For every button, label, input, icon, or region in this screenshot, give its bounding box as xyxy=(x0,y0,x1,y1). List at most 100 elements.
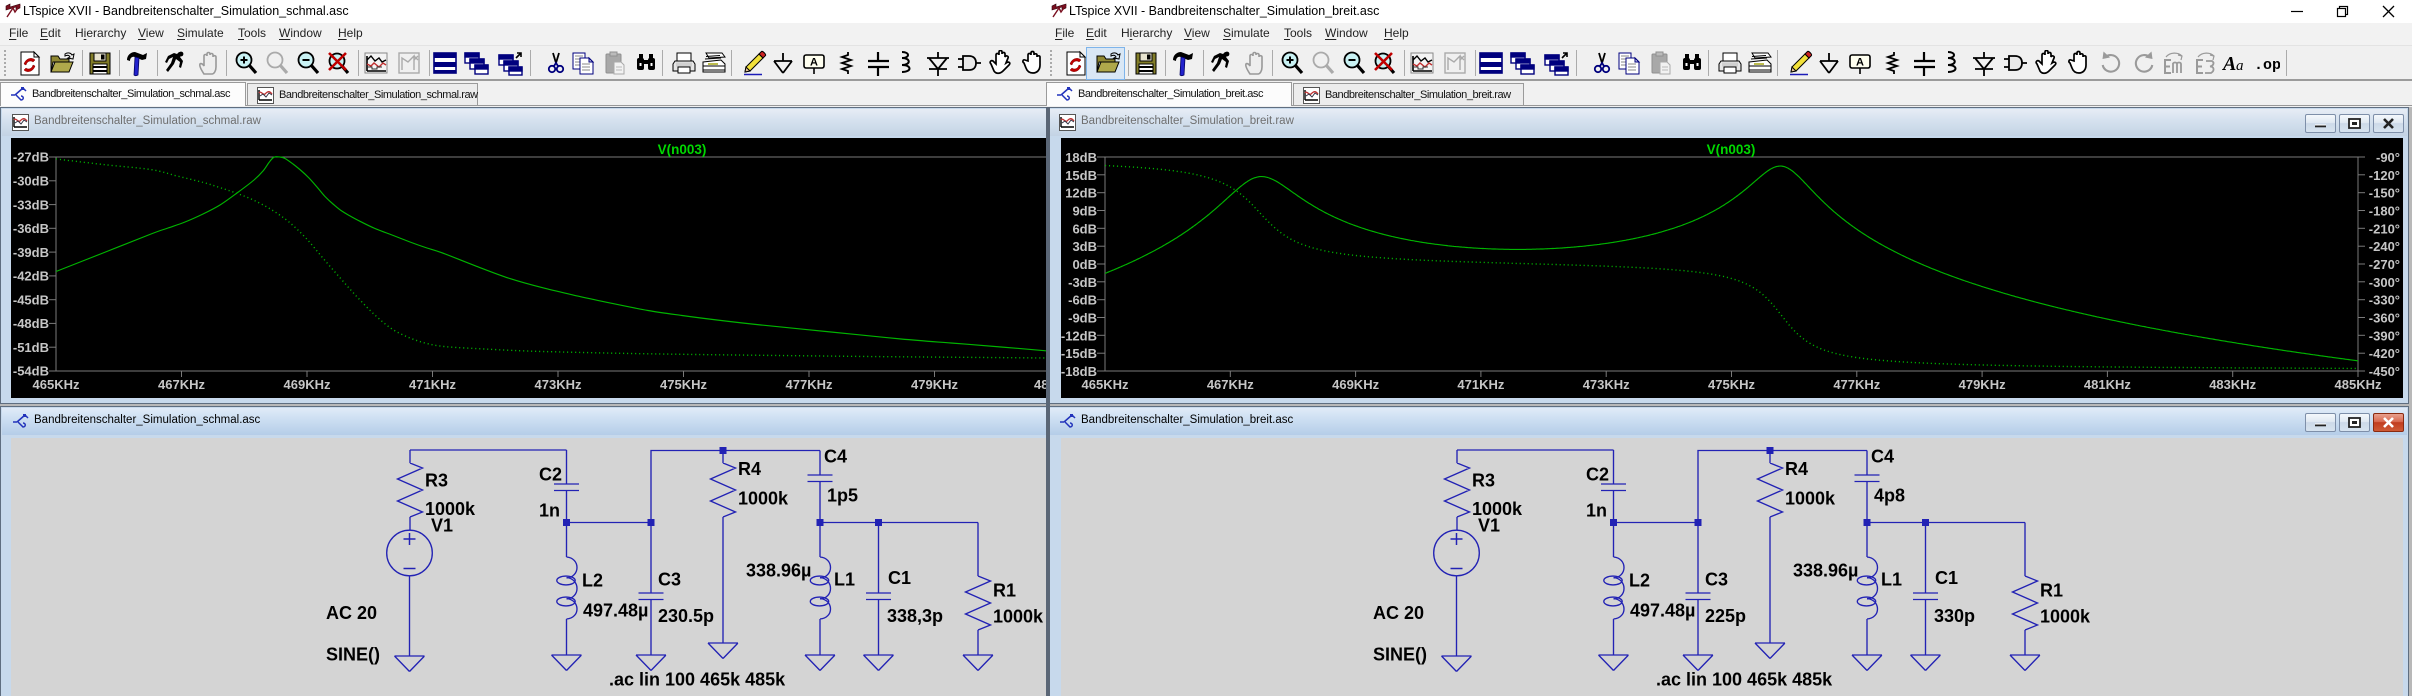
svg-text:467KHz: 467KHz xyxy=(158,377,205,392)
svg-text:338,3p: 338,3p xyxy=(887,606,943,626)
svg-text:477KHz: 477KHz xyxy=(1833,377,1880,392)
svg-text:1n: 1n xyxy=(1586,501,1607,521)
svg-text:-180°: -180° xyxy=(2369,204,2400,219)
svg-text:477KHz: 477KHz xyxy=(786,377,833,392)
svg-text:1000k: 1000k xyxy=(1785,489,1836,509)
svg-text:L1: L1 xyxy=(834,570,855,590)
svg-text:485KHz: 485KHz xyxy=(2335,377,2382,392)
svg-text:L2: L2 xyxy=(582,571,603,591)
svg-text:R3: R3 xyxy=(425,471,448,491)
svg-text:465KHz: 465KHz xyxy=(33,377,80,392)
svg-text:-90°: -90° xyxy=(2376,150,2400,165)
svg-text:4p8: 4p8 xyxy=(1874,486,1905,506)
svg-text:467KHz: 467KHz xyxy=(1207,377,1254,392)
svg-text:483KHz: 483KHz xyxy=(2209,377,2256,392)
svg-text:475KHz: 475KHz xyxy=(1708,377,1755,392)
svg-text:R4: R4 xyxy=(738,459,761,479)
svg-text:A: A xyxy=(2222,53,2236,75)
svg-text:C3: C3 xyxy=(1705,570,1728,590)
svg-text:469KHz: 469KHz xyxy=(1332,377,1379,392)
svg-text:C4: C4 xyxy=(1871,447,1894,467)
svg-text:-6dB: -6dB xyxy=(1068,293,1097,308)
svg-text:1000k: 1000k xyxy=(2040,607,2091,627)
svg-text:0dB: 0dB xyxy=(1072,257,1097,272)
svg-text:R3: R3 xyxy=(1472,471,1495,491)
svg-text:C4: C4 xyxy=(824,447,847,467)
svg-text:1n: 1n xyxy=(539,501,560,521)
svg-text:-33dB: -33dB xyxy=(13,197,49,212)
svg-text:9dB: 9dB xyxy=(1072,204,1097,219)
svg-text:SINE(): SINE() xyxy=(1373,645,1427,665)
svg-text:-150°: -150° xyxy=(2369,186,2400,201)
svg-text:1000k: 1000k xyxy=(738,489,789,509)
svg-text:V1: V1 xyxy=(1478,516,1500,536)
svg-text:479KHz: 479KHz xyxy=(911,377,958,392)
svg-text:-120°: -120° xyxy=(2369,168,2400,183)
svg-text:338.96µ: 338.96µ xyxy=(746,561,811,581)
svg-text:a: a xyxy=(2236,58,2244,74)
svg-text:AC 20: AC 20 xyxy=(1373,603,1424,623)
svg-text:-27dB: -27dB xyxy=(13,150,49,165)
svg-text:A: A xyxy=(810,57,818,69)
svg-text:230.5p: 230.5p xyxy=(658,606,714,626)
svg-text:C1: C1 xyxy=(1935,568,1958,588)
svg-text:3dB: 3dB xyxy=(1072,239,1097,254)
svg-text:473KHz: 473KHz xyxy=(1583,377,1630,392)
svg-text:18dB: 18dB xyxy=(1065,150,1097,165)
svg-text:497.48µ: 497.48µ xyxy=(1630,601,1695,621)
svg-text:-3dB: -3dB xyxy=(1068,275,1097,290)
svg-text:-270°: -270° xyxy=(2369,257,2400,272)
svg-text:475KHz: 475KHz xyxy=(660,377,707,392)
svg-text:338.96µ: 338.96µ xyxy=(1793,561,1858,581)
svg-text:-300°: -300° xyxy=(2369,275,2400,290)
svg-text:L2: L2 xyxy=(1629,571,1650,591)
svg-text:-39dB: -39dB xyxy=(13,245,49,260)
svg-text:465KHz: 465KHz xyxy=(1082,377,1129,392)
svg-text:6dB: 6dB xyxy=(1072,221,1097,236)
svg-text:V(n003): V(n003) xyxy=(1707,142,1756,157)
svg-text:1p5: 1p5 xyxy=(827,486,858,506)
svg-text:.ac lin 100 465k 485k: .ac lin 100 465k 485k xyxy=(609,670,786,690)
svg-text:-330°: -330° xyxy=(2369,293,2400,308)
svg-text:330p: 330p xyxy=(1934,606,1975,626)
svg-text:C3: C3 xyxy=(658,570,681,590)
svg-text:497.48µ: 497.48µ xyxy=(583,601,648,621)
svg-text:48: 48 xyxy=(1034,377,1046,392)
svg-text:-390°: -390° xyxy=(2369,328,2400,343)
svg-text:C2: C2 xyxy=(1586,465,1609,485)
svg-text:-42dB: -42dB xyxy=(13,269,49,284)
svg-text:-36dB: -36dB xyxy=(13,221,49,236)
svg-text:-30dB: -30dB xyxy=(13,174,49,189)
svg-text:R4: R4 xyxy=(1785,459,1808,479)
svg-text:AC 20: AC 20 xyxy=(326,603,377,623)
svg-text:471KHz: 471KHz xyxy=(1457,377,1504,392)
svg-text:-9dB: -9dB xyxy=(1068,311,1097,326)
svg-text:225p: 225p xyxy=(1705,606,1746,626)
svg-text:-51dB: -51dB xyxy=(13,340,49,355)
svg-text:-15dB: -15dB xyxy=(1061,346,1097,361)
svg-text:C1: C1 xyxy=(888,568,911,588)
svg-text:471KHz: 471KHz xyxy=(409,377,456,392)
svg-text:12dB: 12dB xyxy=(1065,186,1097,201)
svg-text:-45dB: -45dB xyxy=(13,292,49,307)
svg-text:SINE(): SINE() xyxy=(326,645,380,665)
svg-text:-420°: -420° xyxy=(2369,346,2400,361)
svg-text:V1: V1 xyxy=(431,516,453,536)
svg-text:V(n003): V(n003) xyxy=(658,142,707,157)
svg-text:481KHz: 481KHz xyxy=(2084,377,2131,392)
svg-text:-210°: -210° xyxy=(2369,221,2400,236)
svg-text:L1: L1 xyxy=(1881,570,1902,590)
svg-text:473KHz: 473KHz xyxy=(535,377,582,392)
svg-text:C2: C2 xyxy=(539,465,562,485)
svg-text:-48dB: -48dB xyxy=(13,316,49,331)
svg-text:-240°: -240° xyxy=(2369,239,2400,254)
svg-text:479KHz: 479KHz xyxy=(1959,377,2006,392)
svg-text:R1: R1 xyxy=(993,581,1016,601)
svg-text:-12dB: -12dB xyxy=(1061,328,1097,343)
svg-text:.ac lin 100 465k 485k: .ac lin 100 465k 485k xyxy=(1656,670,1833,690)
svg-text:15dB: 15dB xyxy=(1065,168,1097,183)
svg-text:469KHz: 469KHz xyxy=(284,377,331,392)
svg-text:.op: .op xyxy=(2254,57,2280,74)
svg-text:1000k: 1000k xyxy=(993,607,1044,627)
svg-text:-360°: -360° xyxy=(2369,311,2400,326)
